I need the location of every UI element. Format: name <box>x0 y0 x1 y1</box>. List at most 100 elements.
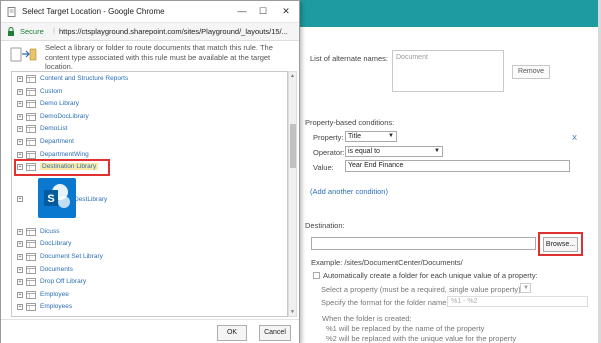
url-text: https://ctsplayground.sharepoint.com/sit… <box>59 27 288 36</box>
library-icon <box>26 265 36 274</box>
browse-highlight <box>538 232 583 256</box>
expand-icon[interactable]: + <box>17 113 23 120</box>
window-titlebar: Select Target Location - Google Chrome —… <box>1 1 299 23</box>
value-input-text: Year End Finance <box>348 162 404 169</box>
property-label: Property: <box>313 133 344 142</box>
example-text: Example: /sites/DocumentCenter/Documents… <box>311 258 463 267</box>
library-icon <box>26 75 36 83</box>
tree-item-label: DepartmentWing <box>40 150 89 158</box>
operator-select[interactable]: is equal to ▼ <box>345 146 443 157</box>
tree-item-label: DemoList <box>40 125 68 133</box>
tree-item-label: Documents <box>40 265 73 273</box>
library-icon <box>26 150 36 159</box>
auto-folder-label: Automatically create a folder for each u… <box>323 271 538 280</box>
library-icon <box>26 112 36 121</box>
tree-scrollbar[interactable]: ▲ ▼ <box>288 71 297 317</box>
library-icon <box>26 303 36 312</box>
expand-icon[interactable]: + <box>17 76 23 82</box>
add-condition-link[interactable]: (Add another condition) <box>310 187 388 196</box>
property-select-value: Title <box>348 133 361 140</box>
alternate-names-label: List of alternate names: <box>310 54 388 63</box>
alternate-names-list[interactable]: Document <box>392 50 504 92</box>
expand-icon[interactable]: + <box>17 254 23 260</box>
dialog-footer: OK Cancel <box>1 319 299 343</box>
library-icon <box>26 253 36 261</box>
expand-icon[interactable]: + <box>17 195 23 202</box>
library-tree: + Content and Structure Reports + Custom + De… <box>11 71 288 317</box>
auto-folder-checkbox[interactable] <box>313 272 320 279</box>
window-title: Select Target Location - Google Chrome <box>22 7 165 16</box>
routing-info-icon <box>10 47 37 62</box>
svg-text:S: S <box>47 193 54 205</box>
folder-format-input[interactable]: %1 - %2 <box>447 296 588 307</box>
operator-select-value: is equal to <box>348 148 380 155</box>
destination-label: Destination: <box>305 221 345 230</box>
expand-icon[interactable]: + <box>17 228 23 235</box>
note-percent2: %2 will be replaced with the unique valu… <box>326 334 517 343</box>
scroll-up-icon[interactable]: ▲ <box>289 73 296 79</box>
info-text: Select a library or folder to route docu… <box>45 43 273 71</box>
value-label: Value: <box>313 163 334 172</box>
expand-icon[interactable]: + <box>17 279 23 286</box>
expand-icon[interactable]: + <box>17 126 23 133</box>
maximize-button[interactable]: ☐ <box>254 3 272 19</box>
tree-item-label: Employee <box>40 290 69 298</box>
expand-icon[interactable]: + <box>17 304 23 311</box>
tree-item-label: Dicuss <box>40 227 60 235</box>
library-icon <box>26 87 36 96</box>
property-select[interactable]: Title ▼ <box>345 131 397 142</box>
library-icon <box>26 227 36 236</box>
destination-input[interactable] <box>311 237 536 250</box>
value-input[interactable]: Year End Finance <box>345 160 570 172</box>
destination-library-highlight <box>14 159 110 177</box>
when-created-text: When the folder is created: <box>322 314 412 323</box>
tree-item-label: DocLibrary <box>40 240 72 248</box>
lock-icon <box>8 27 14 36</box>
select-target-location-dialog: Select Target Location - Google Chrome —… <box>0 0 300 343</box>
folder-format-value: %1 - %2 <box>451 298 478 305</box>
tree-item-label: DemoDocLibrary <box>40 112 89 120</box>
sharepoint-logo-icon: S <box>38 178 76 218</box>
minimize-button[interactable]: — <box>233 3 251 19</box>
library-icon <box>26 278 36 287</box>
tree-item-label: Document Set Library <box>40 253 103 260</box>
expand-icon[interactable]: + <box>17 101 23 108</box>
scrollbar-thumb[interactable] <box>290 124 296 168</box>
library-icon <box>26 138 36 146</box>
ok-button[interactable]: OK <box>217 325 247 341</box>
expand-icon[interactable]: + <box>17 88 23 95</box>
library-icon <box>26 240 36 249</box>
close-button[interactable]: ✕ <box>277 3 295 19</box>
note-percent1: %1 will be replaced by the name of the p… <box>326 324 485 333</box>
library-icon <box>26 290 36 299</box>
secure-label: Secure <box>20 27 44 36</box>
remove-condition-link[interactable]: X <box>572 133 577 142</box>
expand-icon[interactable]: + <box>17 291 23 298</box>
cancel-button[interactable]: Cancel <box>259 325 291 341</box>
address-bar[interactable]: Secure | https://ctsplayground.sharepoin… <box>1 23 299 41</box>
chevron-down-icon: ▼ <box>523 285 529 291</box>
expand-icon[interactable]: + <box>17 139 23 145</box>
address-separator: | <box>53 26 55 35</box>
select-property-label: Select a property (must be a required, s… <box>321 285 523 294</box>
tree-item-label: Department <box>40 138 74 145</box>
tree-item-label: Demo Library <box>40 100 80 108</box>
chevron-down-icon: ▼ <box>434 148 440 154</box>
document-icon <box>7 7 16 17</box>
property-conditions-label: Property-based conditions: <box>305 118 395 127</box>
scroll-down-icon[interactable]: ▼ <box>289 309 296 315</box>
tree-item-label: Content and Structure Reports <box>40 75 129 82</box>
expand-icon[interactable]: + <box>17 241 23 248</box>
alternate-names-placeholder: Document <box>396 54 428 61</box>
folder-property-select[interactable]: ▼ <box>520 283 531 293</box>
chevron-down-icon: ▼ <box>388 133 394 139</box>
library-icon <box>26 100 36 109</box>
tree-item-label: DestLibrary <box>74 195 108 203</box>
expand-icon[interactable]: + <box>17 151 23 158</box>
folder-format-label: Specify the format for the folder name: <box>321 298 449 307</box>
operator-label: Operator: <box>313 148 345 157</box>
tree-item-label: Employees <box>40 303 73 311</box>
remove-button[interactable]: Remove <box>512 65 550 79</box>
tree-item-label: Custom <box>40 87 63 95</box>
expand-icon[interactable]: + <box>17 266 23 273</box>
